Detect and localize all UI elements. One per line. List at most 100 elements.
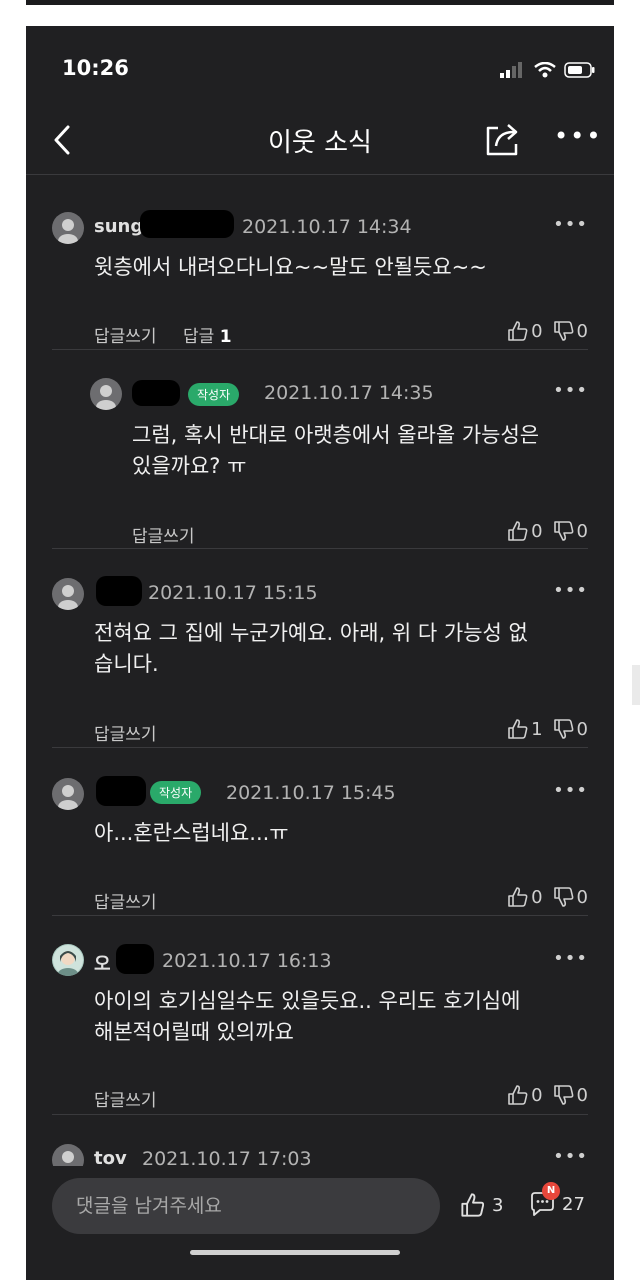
comment-input[interactable]: 댓글을 남겨주세요: [52, 1178, 440, 1234]
comment-line: 윗층에서 내려오다니요~~말도 안될듯요~~: [94, 255, 487, 279]
avatar[interactable]: [52, 212, 84, 244]
comment-more-icon[interactable]: •••: [553, 380, 588, 401]
post-like-count: 3: [492, 1194, 504, 1216]
dislike-count: 0: [576, 520, 588, 542]
redaction-mark: [132, 380, 180, 406]
share-icon[interactable]: [484, 120, 524, 158]
post-comment-button[interactable]: N 27: [528, 1182, 585, 1218]
comment-text: 전혀요 그 집에 누군가예요. 아래, 위 다 가능성 없 습니다.: [94, 618, 528, 680]
phone-screen: 10:26 이웃 소식 ••• sung 2021.10.17 14:34 ••…: [26, 26, 614, 1280]
notification-badge: N: [542, 1182, 560, 1200]
like-count: 0: [531, 520, 543, 542]
avatar[interactable]: [52, 1144, 84, 1166]
dislike-button[interactable]: 0: [553, 520, 588, 542]
avatar[interactable]: [52, 778, 84, 810]
comment-line: 해본적어릴때 있의까요: [94, 1020, 294, 1044]
user-silhouette-icon: [58, 219, 78, 244]
post-comment-count: 27: [562, 1193, 585, 1215]
signal-icon: [500, 62, 522, 78]
user-silhouette-icon: [58, 585, 78, 610]
vote-group: 1 0: [507, 718, 588, 740]
avatar[interactable]: [52, 578, 84, 610]
dislike-button[interactable]: 0: [553, 718, 588, 740]
comment-line: 아이의 호기심일수도 있을듯요.. 우리도 호기심에: [94, 989, 521, 1013]
thumbs-down-icon: [553, 719, 573, 739]
comment-line: 습니다.: [94, 652, 159, 676]
dislike-count: 0: [576, 320, 588, 342]
status-bar: 10:26: [26, 56, 614, 86]
comment-date: 2021.10.17 14:34: [242, 216, 412, 238]
thumbs-down-icon: [553, 887, 573, 907]
thumbs-up-icon: [508, 719, 528, 739]
like-count: 1: [531, 718, 543, 740]
like-count: 0: [531, 1084, 543, 1106]
nav-bar: 이웃 소식 •••: [26, 110, 614, 175]
redaction-mark: [96, 776, 146, 806]
thumbs-down-icon: [553, 321, 573, 341]
profile-illustration-icon: [53, 945, 83, 976]
like-count: 0: [531, 320, 543, 342]
comment-more-icon[interactable]: •••: [553, 780, 588, 801]
reply-button[interactable]: 답글쓰기: [94, 888, 157, 913]
reply-button[interactable]: 답글쓰기: [94, 720, 157, 745]
reply-button[interactable]: 답글쓰기: [94, 322, 157, 347]
wifi-icon: [534, 62, 556, 78]
home-indicator: [190, 1250, 400, 1255]
thumbs-up-icon: [461, 1193, 485, 1217]
dislike-button[interactable]: 0: [553, 320, 588, 342]
thumbs-up-icon: [508, 321, 528, 341]
dislike-count: 0: [576, 886, 588, 908]
comment-more-icon[interactable]: •••: [553, 580, 588, 601]
comment-text: 아이의 호기심일수도 있을듯요.. 우리도 호기심에 해본적어릴때 있의까요: [94, 986, 520, 1048]
replies-count: 1: [219, 327, 232, 347]
like-button[interactable]: 1: [507, 718, 543, 740]
user-silhouette-icon: [58, 785, 78, 810]
thumbs-down-icon: [553, 521, 573, 541]
vote-group: 0 0: [507, 320, 588, 342]
redaction-mark: [96, 576, 142, 606]
like-count: 0: [531, 886, 543, 908]
comment-date: 2021.10.17 15:15: [148, 582, 318, 604]
author-badge: 작성자: [150, 781, 202, 804]
vote-group: 0 0: [507, 886, 588, 908]
replies-link[interactable]: 답글 1: [183, 322, 232, 347]
comment-text: 그럼, 혹시 반대로 아랫층에서 올라올 가능성은 있을까요? ㅠ: [132, 420, 539, 482]
comment-date: 2021.10.17 16:13: [162, 950, 332, 972]
avatar[interactable]: [52, 944, 84, 976]
comment-line: 전혀요 그 집에 누군가예요. 아래, 위 다 가능성 없: [94, 621, 528, 645]
comment-author[interactable]: tov: [94, 1148, 127, 1166]
thumbs-up-icon: [508, 521, 528, 541]
comment-more-icon[interactable]: •••: [553, 214, 588, 235]
divider: [52, 548, 588, 549]
like-button[interactable]: 0: [507, 320, 543, 342]
more-icon[interactable]: •••: [554, 122, 602, 150]
user-silhouette-icon: [62, 1151, 74, 1163]
page-title: 이웃 소식: [268, 128, 372, 158]
comment-date: 2021.10.17 17:03: [142, 1148, 312, 1166]
author-badge: 작성자: [188, 383, 240, 406]
comment-line: 아...혼란스럽네요...ㅠ: [94, 821, 289, 845]
comment-more-icon[interactable]: •••: [553, 1146, 588, 1166]
reply-button[interactable]: 답글쓰기: [132, 522, 195, 547]
divider: [52, 1114, 588, 1115]
thumbs-up-icon: [508, 1085, 528, 1105]
like-button[interactable]: 0: [507, 886, 543, 908]
comment-text: 윗층에서 내려오다니요~~말도 안될듯요~~: [94, 252, 487, 283]
dislike-button[interactable]: 0: [553, 1084, 588, 1106]
thumbs-down-icon: [553, 1085, 573, 1105]
comment-author[interactable]: sung: [94, 216, 143, 237]
comment-date: 2021.10.17 14:35: [264, 382, 434, 404]
redaction-mark: [116, 944, 154, 974]
post-like-button[interactable]: 3: [460, 1192, 503, 1218]
dislike-button[interactable]: 0: [553, 886, 588, 908]
comment-more-icon[interactable]: •••: [553, 948, 588, 969]
redaction-mark: [140, 210, 234, 238]
comment-author[interactable]: 오: [94, 950, 111, 976]
like-button[interactable]: 0: [507, 1084, 543, 1106]
top-edge: [26, 0, 614, 5]
avatar[interactable]: [90, 378, 122, 410]
divider: [52, 747, 588, 748]
like-button[interactable]: 0: [507, 520, 543, 542]
comment-line: 있을까요? ㅠ: [132, 454, 247, 478]
reply-button[interactable]: 답글쓰기: [94, 1086, 157, 1111]
